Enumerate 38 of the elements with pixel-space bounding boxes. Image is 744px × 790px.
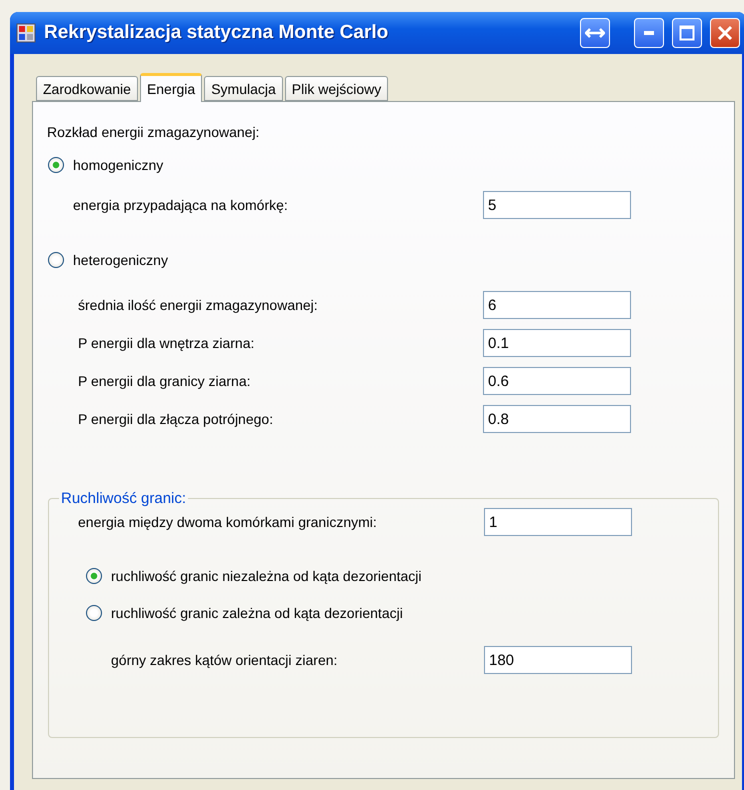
tab[interactable]: Symulacja	[204, 76, 283, 101]
minimize-button[interactable]	[634, 18, 664, 48]
field-label: średnia ilość energii zmagazynowanej:	[78, 297, 319, 313]
field-label: energia między dwoma komórkami granicznymi:	[78, 514, 378, 530]
resize-button[interactable]	[580, 18, 610, 48]
minimize-icon	[644, 31, 654, 35]
tab[interactable]: Energia	[140, 73, 202, 102]
radio-label: ruchliwość granic niezależna od kąta dezorientacji	[111, 568, 422, 584]
maximize-icon	[679, 25, 695, 41]
input-field[interactable]: 0.1	[483, 329, 631, 357]
close-icon	[717, 25, 733, 41]
field-label: P energii dla wnętrza ziarna:	[78, 335, 256, 351]
field-label: P energii dla granicy ziarna:	[78, 373, 252, 389]
input-field[interactable]: 1	[484, 508, 632, 536]
radio-button[interactable]	[86, 604, 102, 620]
field-label: P energii dla złącza potrójnego:	[78, 411, 274, 427]
section-label: Rozkład energii zmagazynowanej:	[47, 124, 260, 142]
input-field[interactable]: 6	[483, 291, 631, 319]
tab[interactable]: Zarodkowanie	[36, 76, 138, 101]
input-field[interactable]: 0.6	[483, 367, 631, 395]
radio-button[interactable]	[48, 252, 64, 268]
input-field[interactable]: 0.8	[483, 405, 631, 433]
double-arrow-icon	[585, 27, 605, 39]
radio-label: heterogeniczny	[73, 252, 168, 268]
group-title: Ruchliwość granic:	[60, 490, 188, 507]
window-title: Rekrystalizacja statyczna Monte Carlo	[44, 22, 390, 44]
input-field[interactable]: 180	[484, 646, 632, 674]
radio-button[interactable]	[48, 157, 64, 173]
radio-button[interactable]	[86, 568, 102, 584]
radio-label: ruchliwość granic zależna od kąta dezorientacji	[111, 604, 403, 620]
input-field[interactable]: 5	[483, 191, 631, 219]
field-label: górny zakres kątów orientacji ziaren:	[111, 652, 338, 668]
field-label: energia przypadająca na komórkę:	[73, 197, 289, 213]
close-button[interactable]	[710, 18, 740, 48]
app-icon	[16, 23, 36, 43]
radio-label: homogeniczny	[73, 157, 164, 173]
maximize-button[interactable]	[672, 18, 702, 48]
tab[interactable]: Plik wejściowy	[284, 76, 388, 101]
